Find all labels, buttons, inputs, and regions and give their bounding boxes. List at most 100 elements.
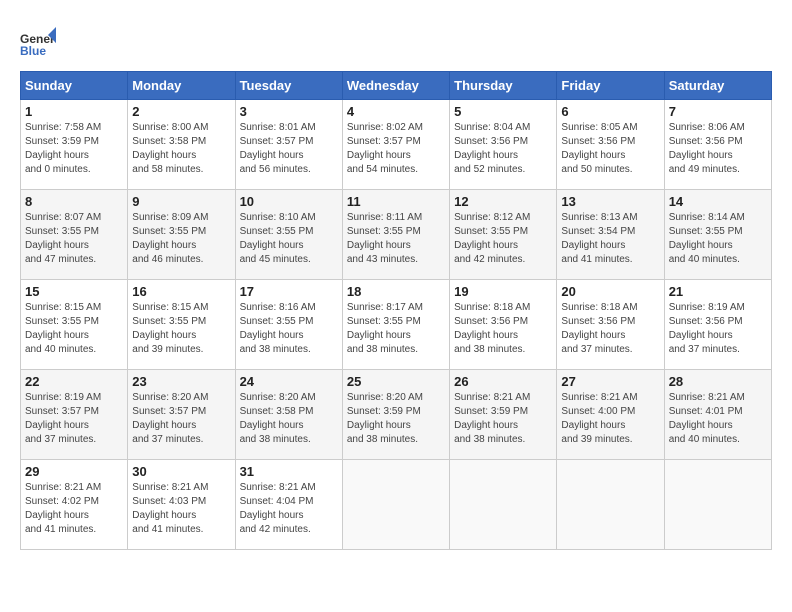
empty-cell <box>450 460 557 550</box>
col-header-wednesday: Wednesday <box>342 72 449 100</box>
day-number: 6 <box>561 104 659 119</box>
empty-cell <box>557 460 664 550</box>
daylight-label: Daylight hours <box>454 150 518 161</box>
day-info: Sunrise: 8:06 AMSunset: 3:56 PMDaylight … <box>669 121 767 177</box>
daylight-label: Daylight hours <box>240 330 304 341</box>
calendar-day-cell: 21 Sunrise: 8:19 AMSunset: 3:56 PMDayligh… <box>664 280 771 370</box>
daylight-detail: and 56 minutes. <box>240 164 311 175</box>
daylight-label: Daylight hours <box>132 420 196 431</box>
calendar-day-cell: 3 Sunrise: 8:01 AMSunset: 3:57 PMDaylight… <box>235 100 342 190</box>
calendar-day-cell: 25Sunrise: 8:20 AMSunset: 3:59 PMDayligh… <box>342 370 449 460</box>
col-header-thursday: Thursday <box>450 72 557 100</box>
day-number: 9 <box>132 194 230 209</box>
day-info: Sunrise: 8:17 AMSunset: 3:55 PMDaylight … <box>347 301 445 357</box>
daylight-label: Daylight hours <box>25 240 89 251</box>
day-number: 26 <box>454 374 552 389</box>
daylight-detail: and 46 minutes. <box>132 254 203 265</box>
calendar-week-row: 15 Sunrise: 8:15 AMSunset: 3:55 PMDayligh… <box>21 280 772 370</box>
daylight-label: Daylight hours <box>561 330 625 341</box>
col-header-sunday: Sunday <box>21 72 128 100</box>
daylight-label: Daylight hours <box>347 240 411 251</box>
calendar-header-row: SundayMondayTuesdayWednesdayThursdayFrid… <box>21 72 772 100</box>
daylight-detail: and 58 minutes. <box>132 164 203 175</box>
day-number: 13 <box>561 194 659 209</box>
daylight-label: Daylight hours <box>669 150 733 161</box>
day-info: Sunrise: 8:04 AMSunset: 3:56 PMDaylight … <box>454 121 552 177</box>
day-number: 11 <box>347 194 445 209</box>
day-info: Sunrise: 8:19 AMSunset: 3:56 PMDaylight … <box>669 301 767 357</box>
daylight-detail: and 38 minutes. <box>240 344 311 355</box>
day-info: Sunrise: 8:05 AMSunset: 3:56 PMDaylight … <box>561 121 659 177</box>
daylight-label: Daylight hours <box>669 420 733 431</box>
day-number: 7 <box>669 104 767 119</box>
day-info: Sunrise: 8:21 AMSunset: 4:04 PMDaylight … <box>240 481 338 537</box>
daylight-detail: and 38 minutes. <box>240 434 311 445</box>
day-info: Sunrise: 8:09 AMSunset: 3:55 PMDaylight … <box>132 211 230 267</box>
day-number: 25 <box>347 374 445 389</box>
calendar-day-cell: 13Sunrise: 8:13 AMSunset: 3:54 PMDayligh… <box>557 190 664 280</box>
day-info: Sunrise: 8:02 AMSunset: 3:57 PMDaylight … <box>347 121 445 177</box>
day-info: Sunrise: 8:15 AMSunset: 3:55 PMDaylight … <box>25 301 123 357</box>
svg-text:Blue: Blue <box>20 44 46 58</box>
daylight-detail: and 37 minutes. <box>669 344 740 355</box>
daylight-detail: and 38 minutes. <box>454 434 525 445</box>
calendar-day-cell: 6 Sunrise: 8:05 AMSunset: 3:56 PMDaylight… <box>557 100 664 190</box>
day-number: 15 <box>25 284 123 299</box>
daylight-label: Daylight hours <box>561 150 625 161</box>
day-info: Sunrise: 8:21 AMSunset: 4:03 PMDaylight … <box>132 481 230 537</box>
day-info: Sunrise: 8:12 AMSunset: 3:55 PMDaylight … <box>454 211 552 267</box>
calendar-day-cell: 15 Sunrise: 8:15 AMSunset: 3:55 PMDayligh… <box>21 280 128 370</box>
daylight-label: Daylight hours <box>240 420 304 431</box>
day-info: Sunrise: 8:18 AMSunset: 3:56 PMDaylight … <box>454 301 552 357</box>
calendar-day-cell: 20 Sunrise: 8:18 AMSunset: 3:56 PMDayligh… <box>557 280 664 370</box>
calendar-week-row: 1Sunrise: 7:58 AMSunset: 3:59 PMDaylight… <box>21 100 772 190</box>
daylight-detail: and 39 minutes. <box>132 344 203 355</box>
day-info: Sunrise: 8:18 AMSunset: 3:56 PMDaylight … <box>561 301 659 357</box>
calendar-week-row: 22Sunrise: 8:19 AMSunset: 3:57 PMDayligh… <box>21 370 772 460</box>
calendar-day-cell: 26Sunrise: 8:21 AMSunset: 3:59 PMDayligh… <box>450 370 557 460</box>
day-number: 10 <box>240 194 338 209</box>
daylight-detail: and 47 minutes. <box>25 254 96 265</box>
day-number: 23 <box>132 374 230 389</box>
day-info: Sunrise: 8:00 AMSunset: 3:58 PMDaylight … <box>132 121 230 177</box>
daylight-detail: and 45 minutes. <box>240 254 311 265</box>
daylight-label: Daylight hours <box>347 420 411 431</box>
daylight-label: Daylight hours <box>454 420 518 431</box>
daylight-detail: and 41 minutes. <box>25 524 96 535</box>
day-number: 31 <box>240 464 338 479</box>
day-info: Sunrise: 8:21 AMSunset: 4:02 PMDaylight … <box>25 481 123 537</box>
day-info: Sunrise: 7:58 AMSunset: 3:59 PMDaylight … <box>25 121 123 177</box>
day-info: Sunrise: 8:01 AMSunset: 3:57 PMDaylight … <box>240 121 338 177</box>
daylight-label: Daylight hours <box>240 240 304 251</box>
day-info: Sunrise: 8:20 AMSunset: 3:57 PMDaylight … <box>132 391 230 447</box>
calendar-day-cell: 24 Sunrise: 8:20 AMSunset: 3:58 PMDayligh… <box>235 370 342 460</box>
daylight-label: Daylight hours <box>561 240 625 251</box>
daylight-detail: and 37 minutes. <box>25 434 96 445</box>
calendar-day-cell: 14Sunrise: 8:14 AMSunset: 3:55 PMDayligh… <box>664 190 771 280</box>
day-info: Sunrise: 8:20 AMSunset: 3:58 PMDaylight … <box>240 391 338 447</box>
day-info: Sunrise: 8:11 AMSunset: 3:55 PMDaylight … <box>347 211 445 267</box>
calendar-day-cell: 12Sunrise: 8:12 AMSunset: 3:55 PMDayligh… <box>450 190 557 280</box>
day-number: 3 <box>240 104 338 119</box>
calendar-day-cell: 23 Sunrise: 8:20 AMSunset: 3:57 PMDayligh… <box>128 370 235 460</box>
day-number: 20 <box>561 284 659 299</box>
day-number: 21 <box>669 284 767 299</box>
header: General Blue <box>20 20 772 61</box>
empty-cell <box>664 460 771 550</box>
daylight-label: Daylight hours <box>347 330 411 341</box>
calendar-day-cell: 5 Sunrise: 8:04 AMSunset: 3:56 PMDaylight… <box>450 100 557 190</box>
daylight-detail: and 41 minutes. <box>561 254 632 265</box>
calendar-week-row: 29Sunrise: 8:21 AMSunset: 4:02 PMDayligh… <box>21 460 772 550</box>
day-number: 5 <box>454 104 552 119</box>
day-number: 24 <box>240 374 338 389</box>
calendar-day-cell: 17Sunrise: 8:16 AMSunset: 3:55 PMDayligh… <box>235 280 342 370</box>
day-number: 17 <box>240 284 338 299</box>
day-number: 4 <box>347 104 445 119</box>
calendar-week-row: 8Sunrise: 8:07 AMSunset: 3:55 PMDaylight… <box>21 190 772 280</box>
daylight-label: Daylight hours <box>25 330 89 341</box>
logo-icon: General Blue <box>20 25 56 61</box>
calendar-day-cell: 31 Sunrise: 8:21 AMSunset: 4:04 PMDayligh… <box>235 460 342 550</box>
daylight-detail: and 39 minutes. <box>561 434 632 445</box>
col-header-monday: Monday <box>128 72 235 100</box>
day-info: Sunrise: 8:21 AMSunset: 4:01 PMDaylight … <box>669 391 767 447</box>
